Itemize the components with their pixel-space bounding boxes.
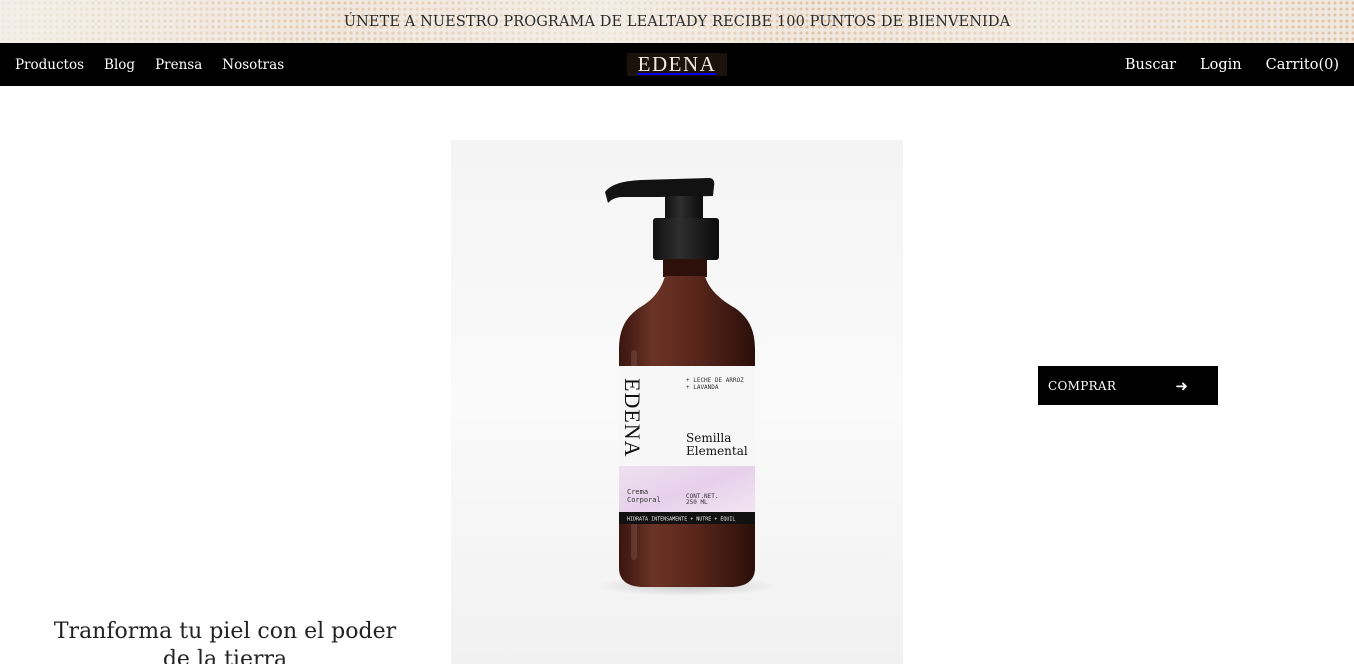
bottle-type-line-1: Crema (627, 488, 648, 496)
bottle-type-line-2: Corporal (627, 496, 661, 504)
product-bottle-illustration: EDENA + LECHE DE ARROZ + LAVANDA Semilla… (597, 178, 777, 596)
bottle-name-line-2: Elemental (686, 444, 748, 458)
buy-button[interactable]: COMPRAR ➜ (1038, 366, 1218, 405)
arrow-right-icon: ➜ (1175, 376, 1188, 395)
bottle-brand-text: EDENA (620, 378, 645, 458)
nav-link-blog[interactable]: Blog (104, 57, 135, 73)
cart-link[interactable]: Carrito(0) (1266, 57, 1339, 73)
hero-tagline: Tranforma tu piel con el poder de la tie… (53, 619, 397, 664)
bottle-content-line-2: 250 ML (686, 499, 708, 506)
nav-link-nosotras[interactable]: Nosotras (222, 57, 284, 73)
promo-text: ÚNETE A NUESTRO PROGRAMA DE LEALTADY REC… (343, 13, 1011, 30)
bottle-band-text: HIDRATA INTENSAMENTE + NUTRE + EQUIL (627, 517, 735, 523)
buy-button-label: COMPRAR (1048, 378, 1117, 393)
nav-link-productos[interactable]: Productos (15, 57, 84, 73)
nav-link-prensa[interactable]: Prensa (155, 57, 202, 73)
login-link[interactable]: Login (1200, 57, 1242, 73)
nav-links: Productos Blog Prensa Nosotras (15, 43, 284, 86)
product-hero-image: EDENA + LECHE DE ARROZ + LAVANDA Semilla… (451, 140, 903, 664)
bottle-name-line-1: Semilla (686, 431, 731, 445)
main-navbar: Productos Blog Prensa Nosotras EDENA Bus… (0, 43, 1354, 86)
search-link[interactable]: Buscar (1125, 57, 1176, 73)
promo-banner[interactable]: ÚNETE A NUESTRO PROGRAMA DE LEALTADY REC… (0, 0, 1354, 43)
bottle-ingredient-2: + LAVANDA (686, 384, 719, 391)
nav-actions: Buscar Login Carrito(0) (1125, 43, 1339, 86)
logo-text: EDENA (637, 52, 717, 76)
bottle-ingredient-1: + LECHE DE ARROZ (686, 377, 744, 384)
site-logo[interactable]: EDENA (627, 52, 727, 76)
